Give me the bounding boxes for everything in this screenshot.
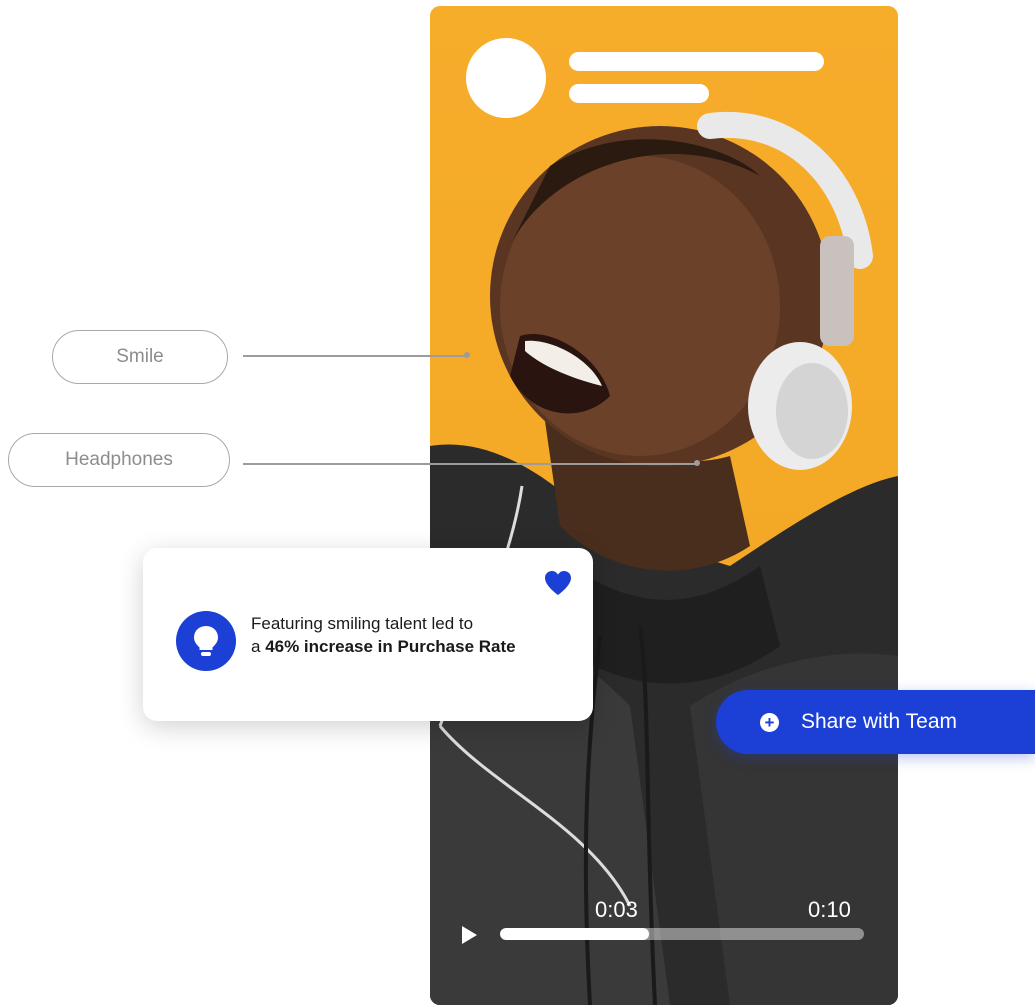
share-button-label: Share with Team xyxy=(801,710,958,733)
insight-line-2-prefix: a xyxy=(251,637,266,656)
share-with-team-button[interactable]: + Share with Team xyxy=(716,690,1035,754)
tag-smile[interactable]: Smile xyxy=(52,330,228,384)
total-time: 0:10 xyxy=(808,897,851,922)
caption-placeholder-line xyxy=(569,84,709,103)
play-icon[interactable] xyxy=(462,926,477,944)
smile-connector-line xyxy=(243,355,467,357)
video-progress-fill xyxy=(500,928,650,940)
insight-line-1: Featuring smiling talent led to xyxy=(251,614,474,633)
video-progress-bar[interactable] xyxy=(500,928,864,940)
headphones-connector-line xyxy=(243,463,697,465)
insight-card: Featuring smiling talent led to a 46% in… xyxy=(143,548,593,721)
heart-icon[interactable] xyxy=(544,570,572,596)
profile-avatar-placeholder xyxy=(466,38,546,118)
tag-headphones[interactable]: Headphones xyxy=(8,433,230,487)
username-placeholder-line xyxy=(569,52,824,71)
headphones-anchor-dot xyxy=(694,460,700,466)
photo-man-with-headphones xyxy=(430,111,898,1005)
post-card: 0:03 0:10 xyxy=(430,6,898,1005)
lightbulb-icon xyxy=(176,611,236,671)
insight-text: Featuring smiling talent led to a 46% in… xyxy=(251,612,516,658)
plus-circle-icon: + xyxy=(760,712,779,732)
insight-line-2: a 46% increase in Purchase Rate xyxy=(251,635,516,658)
smile-anchor-dot xyxy=(464,352,470,358)
insight-highlight: 46% increase in Purchase Rate xyxy=(265,637,516,656)
current-time: 0:03 xyxy=(595,897,638,922)
